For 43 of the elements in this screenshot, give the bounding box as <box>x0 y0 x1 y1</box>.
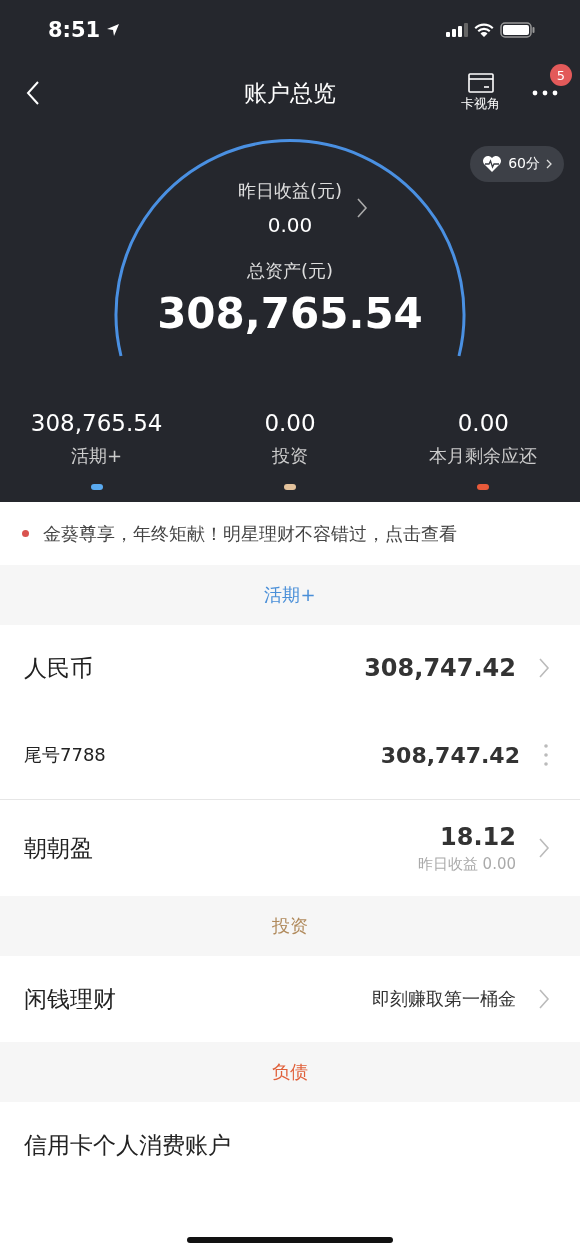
total-assets-label: 总资产(元) <box>246 259 333 283</box>
page-title: 账户总览 <box>244 78 336 108</box>
more-icon[interactable] <box>532 90 558 96</box>
yesterday-income-label: 昨日收益(元) <box>237 179 342 203</box>
heart-pulse-icon <box>482 155 503 173</box>
chevron-icon <box>538 837 550 859</box>
summary-label[interactable]: 投资 <box>272 444 308 468</box>
row-label: 朝朝盈 <box>24 833 94 863</box>
summary-label[interactable]: 本月剩余应还 <box>429 444 538 468</box>
signal-icon <box>446 23 468 37</box>
notification-badge: 5 <box>550 64 572 86</box>
row-label: 信用卡个人消费账户 <box>24 1130 232 1160</box>
notice-dot <box>22 530 29 537</box>
summary-value: 0.00 <box>457 410 509 436</box>
row-value: 即刻赚取第一桶金 <box>372 987 516 1011</box>
battery-icon <box>500 22 536 38</box>
row-value: 308,747.42 <box>364 654 516 682</box>
chevron-icon <box>546 159 552 169</box>
row-label: 人民币 <box>24 653 94 683</box>
row-label: 闲钱理财 <box>24 984 117 1014</box>
row-value: 308,747.42 <box>380 742 520 768</box>
status-time: 8:51 <box>48 18 101 42</box>
section-title: 活期+ <box>264 583 316 607</box>
notice-text[interactable]: 金葵尊享，年终矩献！明星理财不容错过，点击查看 <box>43 521 457 546</box>
card-icon <box>467 73 494 93</box>
summary-label[interactable]: 活期+ <box>71 444 123 468</box>
wifi-icon <box>474 23 494 37</box>
chevron-icon <box>538 988 550 1010</box>
row-label: 尾号7788 <box>24 743 107 767</box>
summary-value: 0.00 <box>264 410 316 436</box>
card-view-button[interactable]: 卡视角 <box>461 73 500 113</box>
row-value: 18.12 <box>440 822 516 851</box>
location-arrow-icon <box>106 23 121 37</box>
section-title: 负债 <box>272 1060 308 1084</box>
health-score-button[interactable]: 60分 <box>470 146 564 182</box>
chevron-icon[interactable] <box>356 197 368 219</box>
chevron-icon <box>538 657 550 679</box>
yesterday-income-value: 0.00 <box>267 213 313 237</box>
back-icon[interactable] <box>26 80 40 106</box>
section-title: 投资 <box>272 914 308 938</box>
row-subtext: 昨日收益 0.00 <box>417 854 516 874</box>
summary-value: 308,765.54 <box>30 410 163 436</box>
total-assets-value: 308,765.54 <box>157 289 423 338</box>
